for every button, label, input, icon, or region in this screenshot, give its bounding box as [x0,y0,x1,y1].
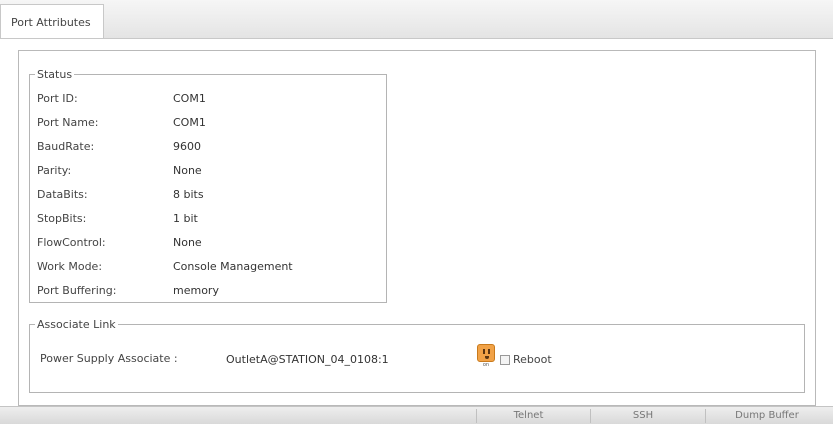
baudrate-value: 9600 [173,140,201,153]
status-row-flowcontrol: FlowControl: None [37,235,377,251]
port-name-value: COM1 [173,116,206,129]
stopbits-value: 1 bit [173,212,198,225]
power-supply-label: Power Supply Associate : [40,352,178,365]
telnet-button[interactable]: Telnet [476,409,580,423]
outlet-plug [477,344,495,362]
status-row-stopbits: StopBits: 1 bit [37,211,377,227]
port-attributes-panel: Status Port ID: COM1 Port Name: COM1 Bau… [18,50,816,406]
status-row-parity: Parity: None [37,163,377,179]
parity-label: Parity: [37,164,72,177]
port-buffering-label: Port Buffering: [37,284,117,297]
outlet-status-tag: on [482,362,490,368]
bottom-toolbar: Telnet SSH Dump Buffer [0,406,833,424]
associate-link-legend: Associate Link [37,318,116,331]
reboot-option[interactable]: Reboot [500,353,552,366]
work-mode-value: Console Management [173,260,293,273]
status-group: Status Port ID: COM1 Port Name: COM1 Bau… [29,68,387,303]
associate-link-group: Associate Link Power Supply Associate : … [29,318,805,393]
outlet-icon[interactable]: on [477,344,495,370]
flowcontrol-label: FlowControl: [37,236,106,249]
status-row-port-name: Port Name: COM1 [37,115,377,131]
flowcontrol-value: None [173,236,202,249]
dump-buffer-button[interactable]: Dump Buffer [705,409,828,423]
ssh-button[interactable]: SSH [590,409,695,423]
parity-value: None [173,164,202,177]
reboot-label: Reboot [513,353,552,366]
work-mode-label: Work Mode: [37,260,103,273]
status-row-port-buffering: Port Buffering: memory [37,283,377,299]
status-row-port-id: Port ID: COM1 [37,91,377,107]
databits-label: DataBits: [37,188,88,201]
port-id-value: COM1 [173,92,206,105]
baudrate-label: BaudRate: [37,140,95,153]
port-id-label: Port ID: [37,92,78,105]
power-supply-value: OutletA@STATION_04_0108:1 [226,353,389,366]
stopbits-label: StopBits: [37,212,87,225]
tab-bar: Port Attributes [0,0,833,39]
port-name-label: Port Name: [37,116,99,129]
status-row-baudrate: BaudRate: 9600 [37,139,377,155]
status-legend: Status [37,68,73,81]
status-row-databits: DataBits: 8 bits [37,187,377,203]
databits-value: 8 bits [173,188,204,201]
status-row-work-mode: Work Mode: Console Management [37,259,377,275]
port-buffering-value: memory [173,284,219,297]
tab-port-attributes[interactable]: Port Attributes [0,4,104,38]
reboot-checkbox[interactable] [500,354,510,365]
